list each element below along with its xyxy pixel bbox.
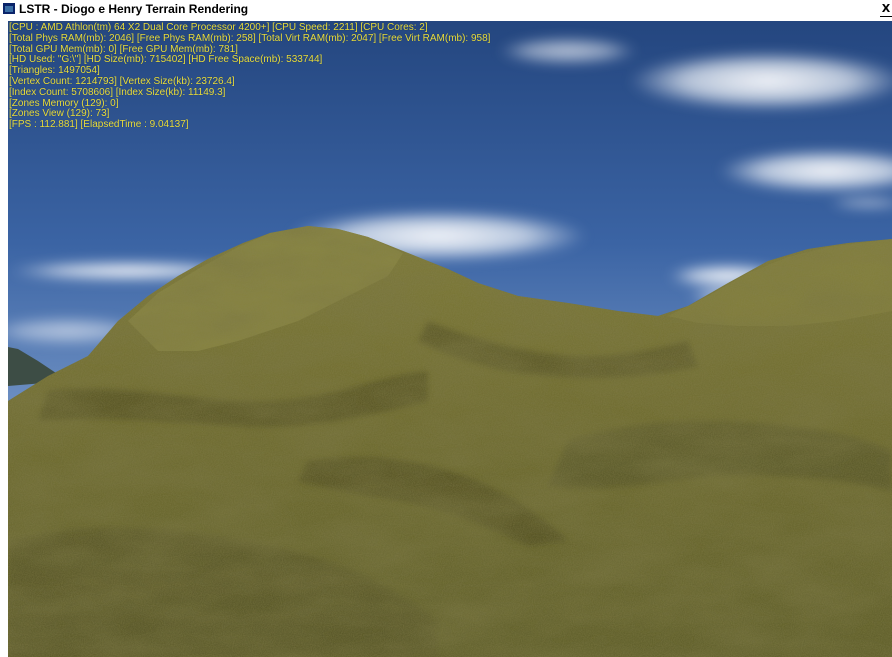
window-title: LSTR - Diogo e Henry Terrain Rendering <box>19 2 249 16</box>
stats-ram: [Total Phys RAM(mb): 2046] [Free Phys RA… <box>9 32 491 44</box>
app-icon[interactable] <box>3 3 15 14</box>
stats-overlay: [CPU : AMD Athlon(tm) 64 X2 Dual Core Pr… <box>9 22 491 131</box>
title-bar[interactable]: LSTR - Diogo e Henry Terrain Rendering X <box>0 0 892 19</box>
terrain-viewport[interactable]: [CPU : AMD Athlon(tm) 64 X2 Dual Core Pr… <box>8 21 892 657</box>
stats-fps: [FPS : 112.881] [ElapsedTime : 9.04137] <box>9 119 189 131</box>
stats-index: [Index Count: 5708606] [Index Size(kb): … <box>9 86 226 98</box>
close-button[interactable]: X <box>880 2 892 17</box>
app-window: LSTR - Diogo e Henry Terrain Rendering X <box>0 0 892 657</box>
